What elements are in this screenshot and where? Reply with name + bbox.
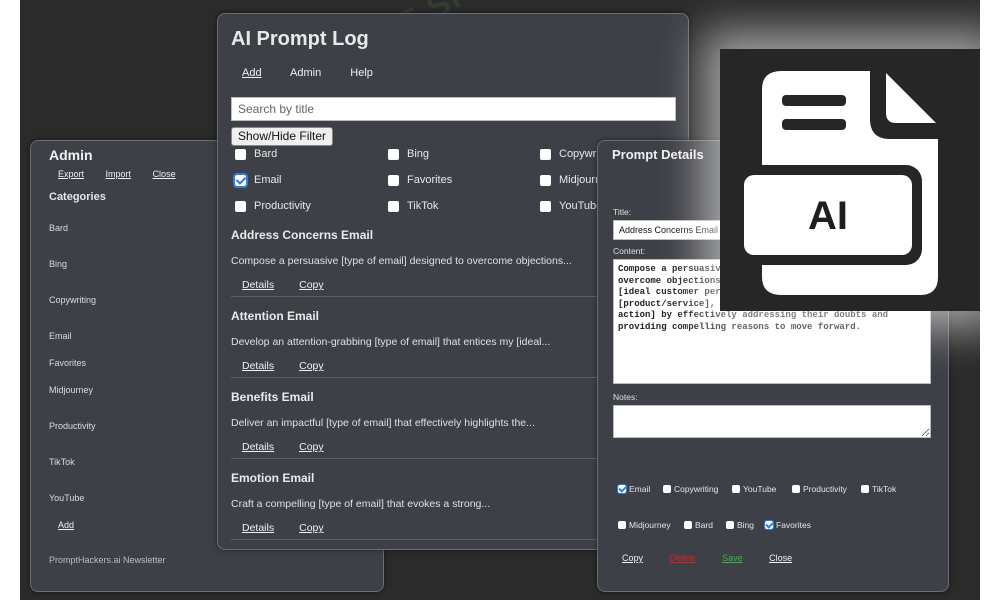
checkbox[interactable] bbox=[732, 485, 740, 493]
tag-label: Email bbox=[629, 484, 651, 494]
checkbox-checked[interactable] bbox=[764, 520, 774, 530]
save-button[interactable]: Save bbox=[722, 553, 743, 563]
category-item[interactable]: Bard bbox=[49, 223, 68, 233]
nav-add[interactable]: Add bbox=[242, 67, 262, 79]
tag-bing[interactable]: Bing bbox=[726, 520, 754, 530]
details-title: Prompt Details bbox=[612, 147, 704, 162]
category-item[interactable]: Productivity bbox=[49, 421, 96, 431]
categories-heading: Categories bbox=[49, 191, 106, 203]
import-link[interactable]: Import bbox=[106, 169, 132, 179]
checkbox[interactable] bbox=[540, 148, 551, 160]
filter-tiktok[interactable]: TikTok bbox=[388, 200, 438, 212]
filter-bard[interactable]: Bard bbox=[235, 148, 277, 160]
tag-bard[interactable]: Bard bbox=[684, 520, 713, 530]
category-item[interactable]: YouTube bbox=[49, 493, 84, 503]
add-category-link[interactable]: Add bbox=[58, 520, 74, 530]
checkbox[interactable] bbox=[663, 485, 671, 493]
screenshot-canvas: AI TALENT SPACE AI TALENT SPACE AI TALEN… bbox=[20, 0, 980, 600]
notes-label: Notes: bbox=[613, 392, 638, 402]
notes-field[interactable] bbox=[613, 405, 931, 438]
filter-favorites[interactable]: Favorites bbox=[388, 174, 452, 186]
toggle-filter-button[interactable]: Show/Hide Filter bbox=[231, 127, 334, 146]
tag-label: Copywriting bbox=[674, 484, 719, 494]
filter-label: TikTok bbox=[407, 200, 439, 212]
tag-youtube[interactable]: YouTube bbox=[732, 484, 776, 494]
category-item[interactable]: Email bbox=[49, 331, 72, 341]
copy-link[interactable]: Copy bbox=[299, 360, 324, 372]
checkbox-checked[interactable] bbox=[233, 172, 248, 188]
tag-label: Favorites bbox=[776, 520, 811, 530]
checkbox[interactable] bbox=[235, 148, 246, 160]
tag-label: Productivity bbox=[803, 484, 847, 494]
checkbox[interactable] bbox=[618, 521, 626, 529]
admin-menu: Export Import Close bbox=[58, 169, 195, 179]
filter-email[interactable]: Email bbox=[233, 172, 282, 188]
details-link[interactable]: Details bbox=[242, 360, 274, 372]
checkbox[interactable] bbox=[388, 200, 399, 212]
tag-label: YouTube bbox=[743, 484, 777, 494]
checkbox[interactable] bbox=[540, 174, 551, 186]
details-link[interactable]: Details bbox=[242, 441, 274, 453]
tag-email[interactable]: Email bbox=[617, 484, 651, 494]
checkbox[interactable] bbox=[684, 521, 692, 529]
admin-title: Admin bbox=[49, 147, 93, 163]
checkbox[interactable] bbox=[792, 485, 800, 493]
filter-productivity[interactable]: Productivity bbox=[235, 200, 311, 212]
tag-copywriting[interactable]: Copywriting bbox=[663, 484, 718, 494]
filter-label: Productivity bbox=[254, 200, 311, 212]
title-label: Title: bbox=[613, 207, 632, 217]
category-item[interactable]: Favorites bbox=[49, 358, 86, 368]
ai-file-icon: AI bbox=[720, 49, 980, 311]
ai-icon-text: AI bbox=[808, 194, 848, 238]
tag-label: Bing bbox=[737, 520, 755, 530]
filter-bing[interactable]: Bing bbox=[388, 148, 429, 160]
tag-label: Bard bbox=[695, 520, 713, 530]
delete-button[interactable]: Delete bbox=[670, 553, 696, 563]
checkbox[interactable] bbox=[861, 485, 869, 493]
details-actions: Copy Delete Save Close bbox=[622, 553, 816, 563]
filter-label: YouTube bbox=[559, 200, 603, 212]
export-link[interactable]: Export bbox=[58, 169, 84, 179]
category-item[interactable]: Copywriting bbox=[49, 295, 96, 305]
filter-label: Email bbox=[254, 174, 282, 186]
checkbox-checked[interactable] bbox=[617, 484, 627, 494]
nav-admin[interactable]: Admin bbox=[290, 67, 321, 79]
close-link[interactable]: Close bbox=[153, 169, 176, 179]
category-item[interactable]: TikTok bbox=[49, 457, 75, 467]
tag-label: Midjourney bbox=[629, 520, 671, 530]
details-link[interactable]: Details bbox=[242, 279, 274, 291]
app-title: AI Prompt Log bbox=[231, 28, 369, 50]
copy-link[interactable]: Copy bbox=[299, 522, 324, 534]
checkbox[interactable] bbox=[388, 148, 399, 160]
tag-productivity[interactable]: Productivity bbox=[792, 484, 847, 494]
copy-link[interactable]: Copy bbox=[299, 279, 324, 291]
tag-tiktok[interactable]: TikTok bbox=[861, 484, 896, 494]
filter-label: Bing bbox=[407, 148, 430, 160]
tag-midjourney[interactable]: Midjourney bbox=[618, 520, 671, 530]
tag-label: TikTok bbox=[872, 484, 897, 494]
checkbox[interactable] bbox=[388, 174, 399, 186]
newsletter-footer: PromptHackers.ai Newsletter bbox=[49, 555, 166, 565]
copy-link[interactable]: Copy bbox=[299, 441, 324, 453]
filter-label: Bard bbox=[254, 148, 278, 160]
checkbox[interactable] bbox=[235, 200, 246, 212]
category-item[interactable]: Midjourney bbox=[49, 385, 93, 395]
search-input[interactable] bbox=[231, 97, 676, 121]
ai-file-icon-graphic: AI bbox=[734, 71, 938, 295]
checkbox[interactable] bbox=[540, 200, 551, 212]
top-nav: Add Admin Help bbox=[242, 67, 399, 79]
checkbox[interactable] bbox=[726, 521, 734, 529]
content-label: Content: bbox=[613, 246, 646, 256]
filter-youtube[interactable]: YouTube bbox=[540, 200, 602, 212]
filter-label: Favorites bbox=[407, 174, 453, 186]
category-item[interactable]: Bing bbox=[49, 259, 67, 269]
close-button[interactable]: Close bbox=[769, 553, 792, 563]
tag-favorites[interactable]: Favorites bbox=[764, 520, 811, 530]
nav-help[interactable]: Help bbox=[350, 67, 373, 79]
details-link[interactable]: Details bbox=[242, 522, 274, 534]
copy-button[interactable]: Copy bbox=[622, 553, 643, 563]
